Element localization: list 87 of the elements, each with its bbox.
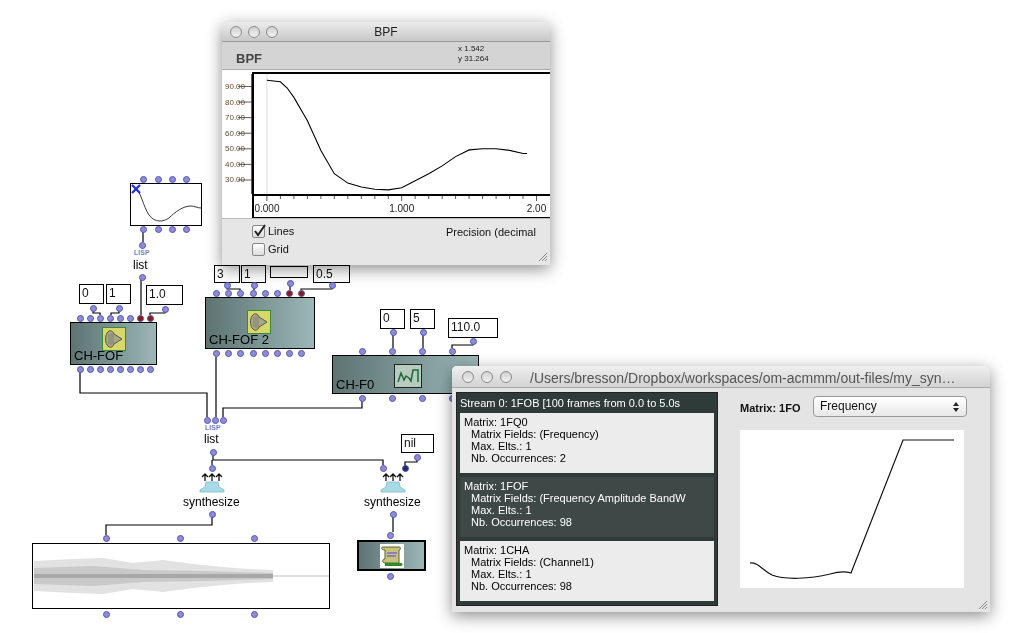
patch-cord (226, 287, 241, 291)
matrix-fields: Matrix Fields: (Frequency) (464, 428, 710, 440)
matrix-occurrences: Nb. Occurrences: 98 (470, 580, 573, 592)
node-label: CH-F0 (336, 378, 375, 392)
class-box[interactable]: CH-FOF 2 (205, 297, 315, 349)
number-box[interactable]: 1 (241, 265, 266, 283)
matrix-fields: Matrix Fields: (Channel1) (464, 556, 710, 568)
y-tick-label: 30.00 (225, 175, 246, 185)
checkbox[interactable] (252, 224, 265, 238)
minimize-button[interactable] (481, 371, 493, 383)
matrix-max-elts: Max. Elts.: 1 (470, 568, 533, 580)
checkbox-label: Grid (268, 242, 289, 257)
x-icon[interactable] (131, 184, 141, 194)
x-tick-label: 0.000 (254, 203, 280, 214)
number-box[interactable]: 0 (380, 309, 405, 329)
patch-cord (149, 311, 166, 316)
zoom-button[interactable] (266, 26, 278, 38)
number-box[interactable]: 1 (106, 284, 131, 304)
matrix-card[interactable]: Matrix: 1CHA Matrix Fields: (Channel1) Max. Elts.: 1 Nb. Occurrences: 98 (460, 541, 714, 601)
grain-icon (247, 310, 271, 334)
function-label: list (204, 432, 219, 446)
matrix-card[interactable]: Matrix: 1FQ0 Matrix Fields: (Frequency) Max. Elts.: 1 Nb. Occurrences: 2 (460, 413, 714, 473)
checkbox[interactable] (252, 242, 265, 256)
checkbox-label: Lines (268, 224, 295, 239)
number-box[interactable]: 5 (410, 309, 435, 329)
outlet[interactable] (329, 282, 336, 289)
outlet[interactable] (251, 282, 258, 289)
editor-title: BPF (236, 50, 262, 68)
matrix-name: Matrix: 1CHA (464, 544, 531, 556)
function-label: list (133, 258, 148, 272)
matrix-occurrences: Nb. Occurrences: 98 (470, 516, 573, 528)
close-button[interactable] (230, 26, 242, 38)
y-tick-label: 40.00 (225, 159, 246, 169)
patch-cord (300, 287, 333, 291)
node-label: CH-FOF 2 (209, 333, 269, 347)
number-box[interactable]: 3 (214, 265, 240, 283)
matrix-max-elts: Max. Elts.: 1 (470, 504, 533, 516)
graph-icon (394, 364, 422, 388)
function-label: synthesize (183, 495, 240, 509)
tray-icon[interactable] (199, 473, 225, 493)
patch-cord (404, 459, 418, 467)
class-box[interactable]: CH-FOF (70, 322, 157, 365)
scroll-icon (380, 544, 404, 568)
matrix-label: Matrix: 1FO (740, 401, 801, 416)
cursor-y: y 31.264 (458, 54, 489, 63)
y-tick-label: 50.00 (225, 144, 246, 154)
matrix-name: Matrix: 1FQ0 (464, 416, 529, 428)
close-button[interactable] (462, 371, 474, 383)
check-icon (253, 223, 267, 238)
patch-cord (451, 343, 474, 349)
outlet[interactable] (224, 282, 231, 289)
precision-label: Precision (decimal (446, 225, 536, 240)
matrix-name: Matrix: 1FOF (464, 480, 530, 492)
tray-icon[interactable] (380, 473, 406, 493)
cursor-x: x 1.542 (458, 44, 485, 53)
y-tick-label: 60.00 (225, 128, 246, 138)
function-label: synthesize (364, 495, 421, 509)
x-tick-label: 2.00 (526, 203, 547, 214)
zoom-button[interactable] (500, 371, 512, 383)
field-dropdown[interactable]: Frequency (813, 396, 967, 417)
updown-arrows-icon (952, 401, 960, 413)
number-box[interactable]: nil (401, 434, 434, 453)
number-box[interactable]: 1.0 (146, 285, 183, 305)
resize-grip-icon[interactable] (538, 252, 548, 262)
waveform-display[interactable] (32, 543, 330, 609)
grain-icon (102, 327, 126, 351)
window-title: /Users/bresson/Dropbox/workspaces/om-acmmm/out-files/my_syn… (530, 369, 956, 388)
matrix-card[interactable]: Matrix: 1FOF Matrix Fields: (Frequency Amplitude BandW Max. Elts.: 1 Nb. Occurrences: 98 (460, 477, 714, 537)
inlet[interactable] (402, 465, 409, 472)
number-box[interactable] (270, 266, 308, 278)
matrix-fields: Matrix Fields: (Frequency Amplitude BandW (464, 492, 710, 504)
y-tick-label: 70.00 (225, 113, 246, 123)
window-title: BPF (374, 23, 398, 41)
sdif-box[interactable] (357, 540, 426, 571)
x-tick-label: 1.000 (389, 203, 415, 214)
stream-header: Stream 0: 1FOB [100 frames from 0.0 to 5.0s (460, 396, 682, 410)
bpf-box[interactable] (130, 183, 202, 226)
matrix-occurrences: Nb. Occurrences: 2 (470, 452, 567, 464)
number-box[interactable]: 110.0 (448, 318, 498, 338)
node-label: CH-FOF (74, 349, 124, 363)
minimize-button[interactable] (248, 26, 260, 38)
number-box[interactable]: 0.5 (313, 265, 350, 283)
resize-grip-icon[interactable] (978, 600, 988, 610)
matrix-max-elts: Max. Elts.: 1 (470, 440, 533, 452)
y-tick-label: 90.00 (225, 81, 246, 91)
y-tick-label: 80.00 (225, 97, 246, 107)
number-box[interactable]: 0 (79, 284, 104, 304)
